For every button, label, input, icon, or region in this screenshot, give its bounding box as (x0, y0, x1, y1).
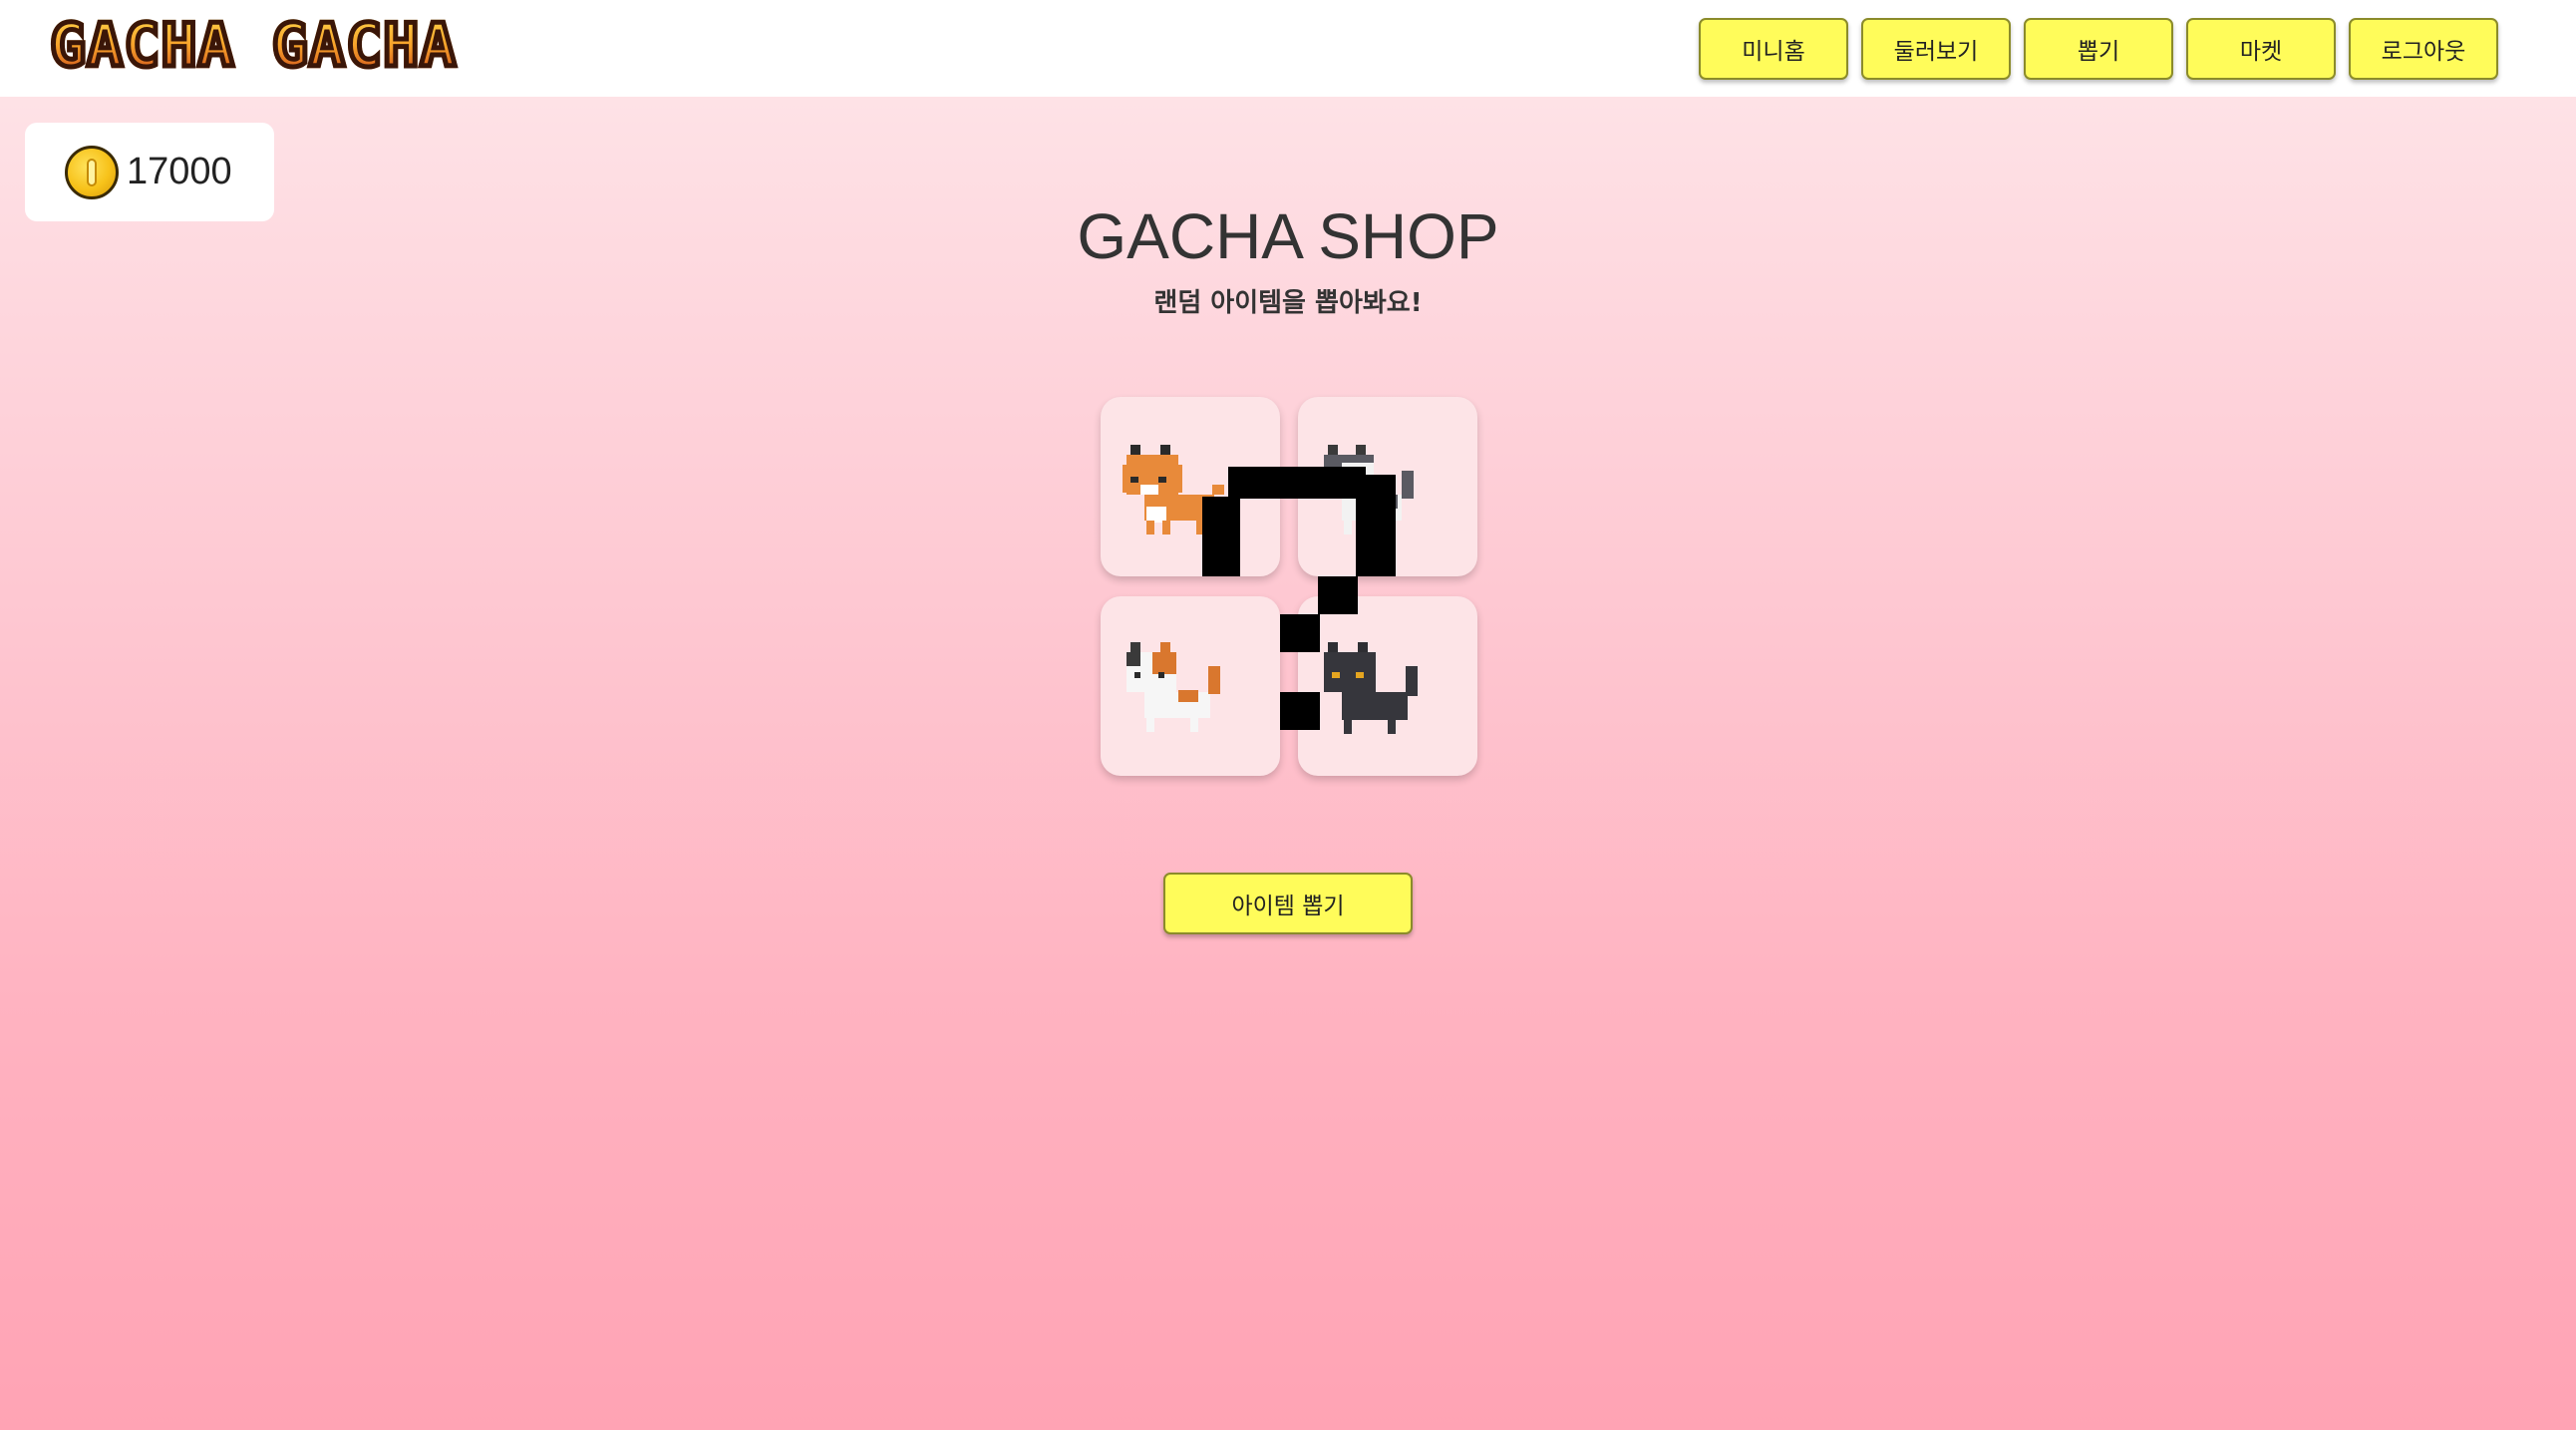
draw-item-button[interactable]: 아이템 뽑기 (1163, 873, 1413, 934)
logo-text: GACHA GACHA (47, 11, 458, 81)
page-subtitle: 랜덤 아이템을 뽑아봐요! (1153, 288, 1423, 318)
page-title: GACHA SHOP (1077, 200, 1499, 272)
item-tile-gray-cat (1298, 397, 1477, 576)
gray-white-cat-icon (1324, 445, 1414, 535)
top-bar: GACHA GACHA 미니홈 둘러보기 뽑기 마켓 로그아웃 (0, 0, 2576, 97)
item-tile-calico-cat (1101, 596, 1280, 776)
logo[interactable]: GACHA GACHA (47, 11, 458, 81)
item-tile-orange-cat (1101, 397, 1280, 576)
gacha-item-grid (1101, 397, 1479, 778)
nav-draw-button[interactable]: 뽑기 (2024, 18, 2173, 80)
nav-market-button[interactable]: 마켓 (2186, 18, 2336, 80)
coin-icon (65, 145, 119, 199)
item-tile-black-cat (1298, 596, 1477, 776)
nav-menu: 미니홈 둘러보기 뽑기 마켓 로그아웃 (1699, 18, 2498, 80)
nav-browse-button[interactable]: 둘러보기 (1861, 18, 2011, 80)
black-cat-icon (1324, 642, 1418, 734)
coin-balance: 17000 (127, 151, 232, 192)
calico-cat-icon (1127, 642, 1220, 732)
orange-cat-icon (1123, 445, 1224, 535)
nav-mini-home-button[interactable]: 미니홈 (1699, 18, 1848, 80)
nav-logout-button[interactable]: 로그아웃 (2349, 18, 2498, 80)
